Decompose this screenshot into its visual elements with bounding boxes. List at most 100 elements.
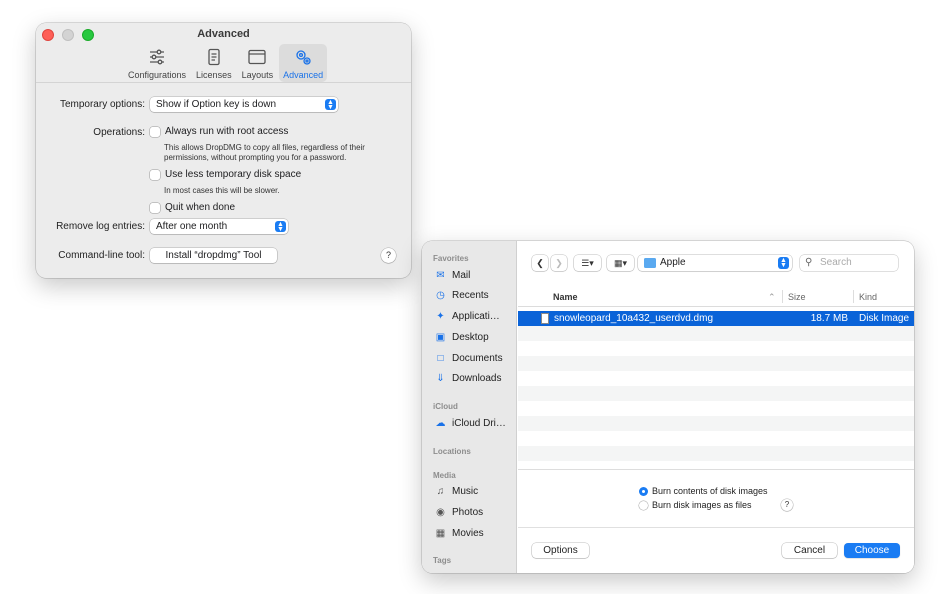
sidebar-item-mail[interactable]: ✉ Mail [434,269,470,282]
root-access-label: Always run with root access [165,126,289,137]
mail-icon: ✉ [436,270,445,281]
location-name: Apple [660,257,686,268]
window-title: Advanced [197,28,250,40]
sidebar-item-label: iCloud Dri… [452,418,506,429]
sidebar-item-label: Applicati… [452,311,500,322]
sidebar-item-label: Downloads [452,373,502,384]
tab-configurations[interactable]: Configurations [124,44,190,82]
sidebar-item-recents[interactable]: ◷ Recents [434,289,489,302]
quit-when-done-checkbox[interactable]: Quit when done [150,202,235,213]
file-row[interactable]: snowleopard_10a432_userdvd.dmg 18.7 MB D… [518,311,914,326]
tab-label: Layouts [241,70,274,80]
sidebar-item-music[interactable]: ♫ Music [434,485,478,498]
tab-advanced[interactable]: Advanced [279,44,328,82]
radio-dot[interactable] [639,486,648,496]
remove-log-popup[interactable]: After one month ▲ ▼ [150,219,288,234]
back-button[interactable]: ❮ [532,255,548,271]
sidebar-item-label: Movies [452,528,484,539]
applications-icon: ✦ [436,311,445,322]
column-kind[interactable]: Kind [859,292,877,302]
sidebar-item-label: Recents [452,290,489,301]
chevron-updown-icon: ▲ ▼ [275,221,286,233]
sidebar-item-documents[interactable]: □ Documents [434,352,503,365]
less-disk-label: Use less temporary disk space [165,169,302,180]
scroll-icon [208,48,220,66]
choose-button[interactable]: Choose [844,543,900,558]
tab-layouts[interactable]: Layouts [238,44,278,82]
empty-row [518,341,914,356]
remove-log-label: Remove log entries: [56,221,145,232]
empty-row [518,446,914,461]
disk-image-icon [541,313,549,324]
forward-button[interactable]: ❯ [551,255,567,271]
remove-log-value: After one month [156,221,228,232]
empty-row [518,371,914,386]
tab-licenses[interactable]: Licenses [192,44,236,82]
sidebar-item-icloud-drive[interactable]: ☁ iCloud Dri… [434,417,506,430]
camera-icon: ◉ [436,507,445,518]
sidebar-item-downloads[interactable]: ⇓ Downloads [434,372,501,385]
root-access-checkbox[interactable]: Always run with root access [150,126,288,137]
file-name: snowleopard_10a432_userdvd.dmg [554,313,714,324]
sidebar-item-movies[interactable]: ▦ Movies [434,527,484,540]
temporary-options-value: Show if Option key is down [156,99,277,110]
burn-contents-radio[interactable]: Burn contents of disk images [639,486,768,496]
sidebar: Favorites ✉ Mail ◷ Recents ✦ Applicati… … [422,241,517,573]
cloud-icon: ☁ [435,418,446,429]
music-icon: ♫ [436,486,445,497]
sidebar-item-desktop[interactable]: ▣ Desktop [434,331,489,344]
help-button[interactable]: ? [381,248,396,263]
quit-label: Quit when done [165,202,236,213]
dialog-buttons: Options Cancel Choose [518,527,914,573]
empty-row [518,416,914,431]
file-kind: Disk Image [859,313,910,324]
operations-label: Operations: [93,127,145,138]
open-dialog: Favorites ✉ Mail ◷ Recents ✦ Applicati… … [422,241,914,573]
burn-files-radio[interactable]: Burn disk images as files [639,500,752,510]
sidebar-item-label: Photos [452,507,484,518]
view-mode-button[interactable]: ☰▾ [574,255,601,271]
root-access-note: This allows DropDMG to copy all files, r… [164,143,365,162]
tab-label: Advanced [283,70,324,80]
checkbox-box[interactable] [150,202,160,213]
column-size[interactable]: Size [788,292,806,302]
location-popup[interactable]: Apple ▲ ▼ [638,255,792,271]
sidebar-item-label: Documents [452,353,503,364]
sidebar-item-photos[interactable]: ◉ Photos [434,506,483,519]
empty-row [518,326,914,341]
burn-contents-label: Burn contents of disk images [652,486,768,496]
checkbox-box[interactable] [150,169,160,180]
less-disk-checkbox[interactable]: Use less temporary disk space [150,169,301,180]
gears-icon [296,50,311,65]
sidebar-item-applications[interactable]: ✦ Applicati… [434,310,500,323]
preferences-window: Advanced Configurations Licenses Layouts… [36,23,411,278]
clock-icon: ◷ [436,290,445,301]
checkbox-box[interactable] [150,126,160,137]
search-input[interactable]: ⚲ Search [800,255,898,271]
sort-ascending-icon: ⌃ [768,292,776,302]
empty-row [518,431,914,446]
empty-row [518,401,914,416]
sidebar-section-favorites: Favorites [433,254,469,263]
group-button[interactable]: ▦▾ [607,255,634,271]
temporary-options-label: Temporary options: [59,99,145,110]
sidebar-item-label: Desktop [452,332,489,343]
download-icon: ⇓ [436,373,445,384]
sidebar-item-label: Mail [452,270,471,281]
options-button[interactable]: Options [532,543,589,558]
window-icon [248,49,266,65]
sliders-icon [150,49,165,65]
search-placeholder: Search [820,257,852,268]
file-browser: ❮ ❯ ☰▾ ▦▾ Apple ▲ ▼ ⚲ Search Name ⌃ Size … [518,241,914,573]
chevron-updown-icon: ▲ ▼ [778,257,789,269]
temporary-options-popup[interactable]: Show if Option key is down ▲ ▼ [150,97,338,112]
prefs-body: Temporary options: Show if Option key is… [36,83,411,278]
help-button[interactable]: ? [781,499,793,511]
column-name[interactable]: Name [553,292,578,302]
column-divider [853,290,854,303]
radio-dot[interactable] [639,500,648,510]
install-tool-button[interactable]: Install “dropdmg” Tool [150,248,277,263]
cancel-button[interactable]: Cancel [782,543,837,558]
empty-row [518,386,914,401]
prefs-tabs: Configurations Licenses Layouts Advanced [124,44,329,82]
